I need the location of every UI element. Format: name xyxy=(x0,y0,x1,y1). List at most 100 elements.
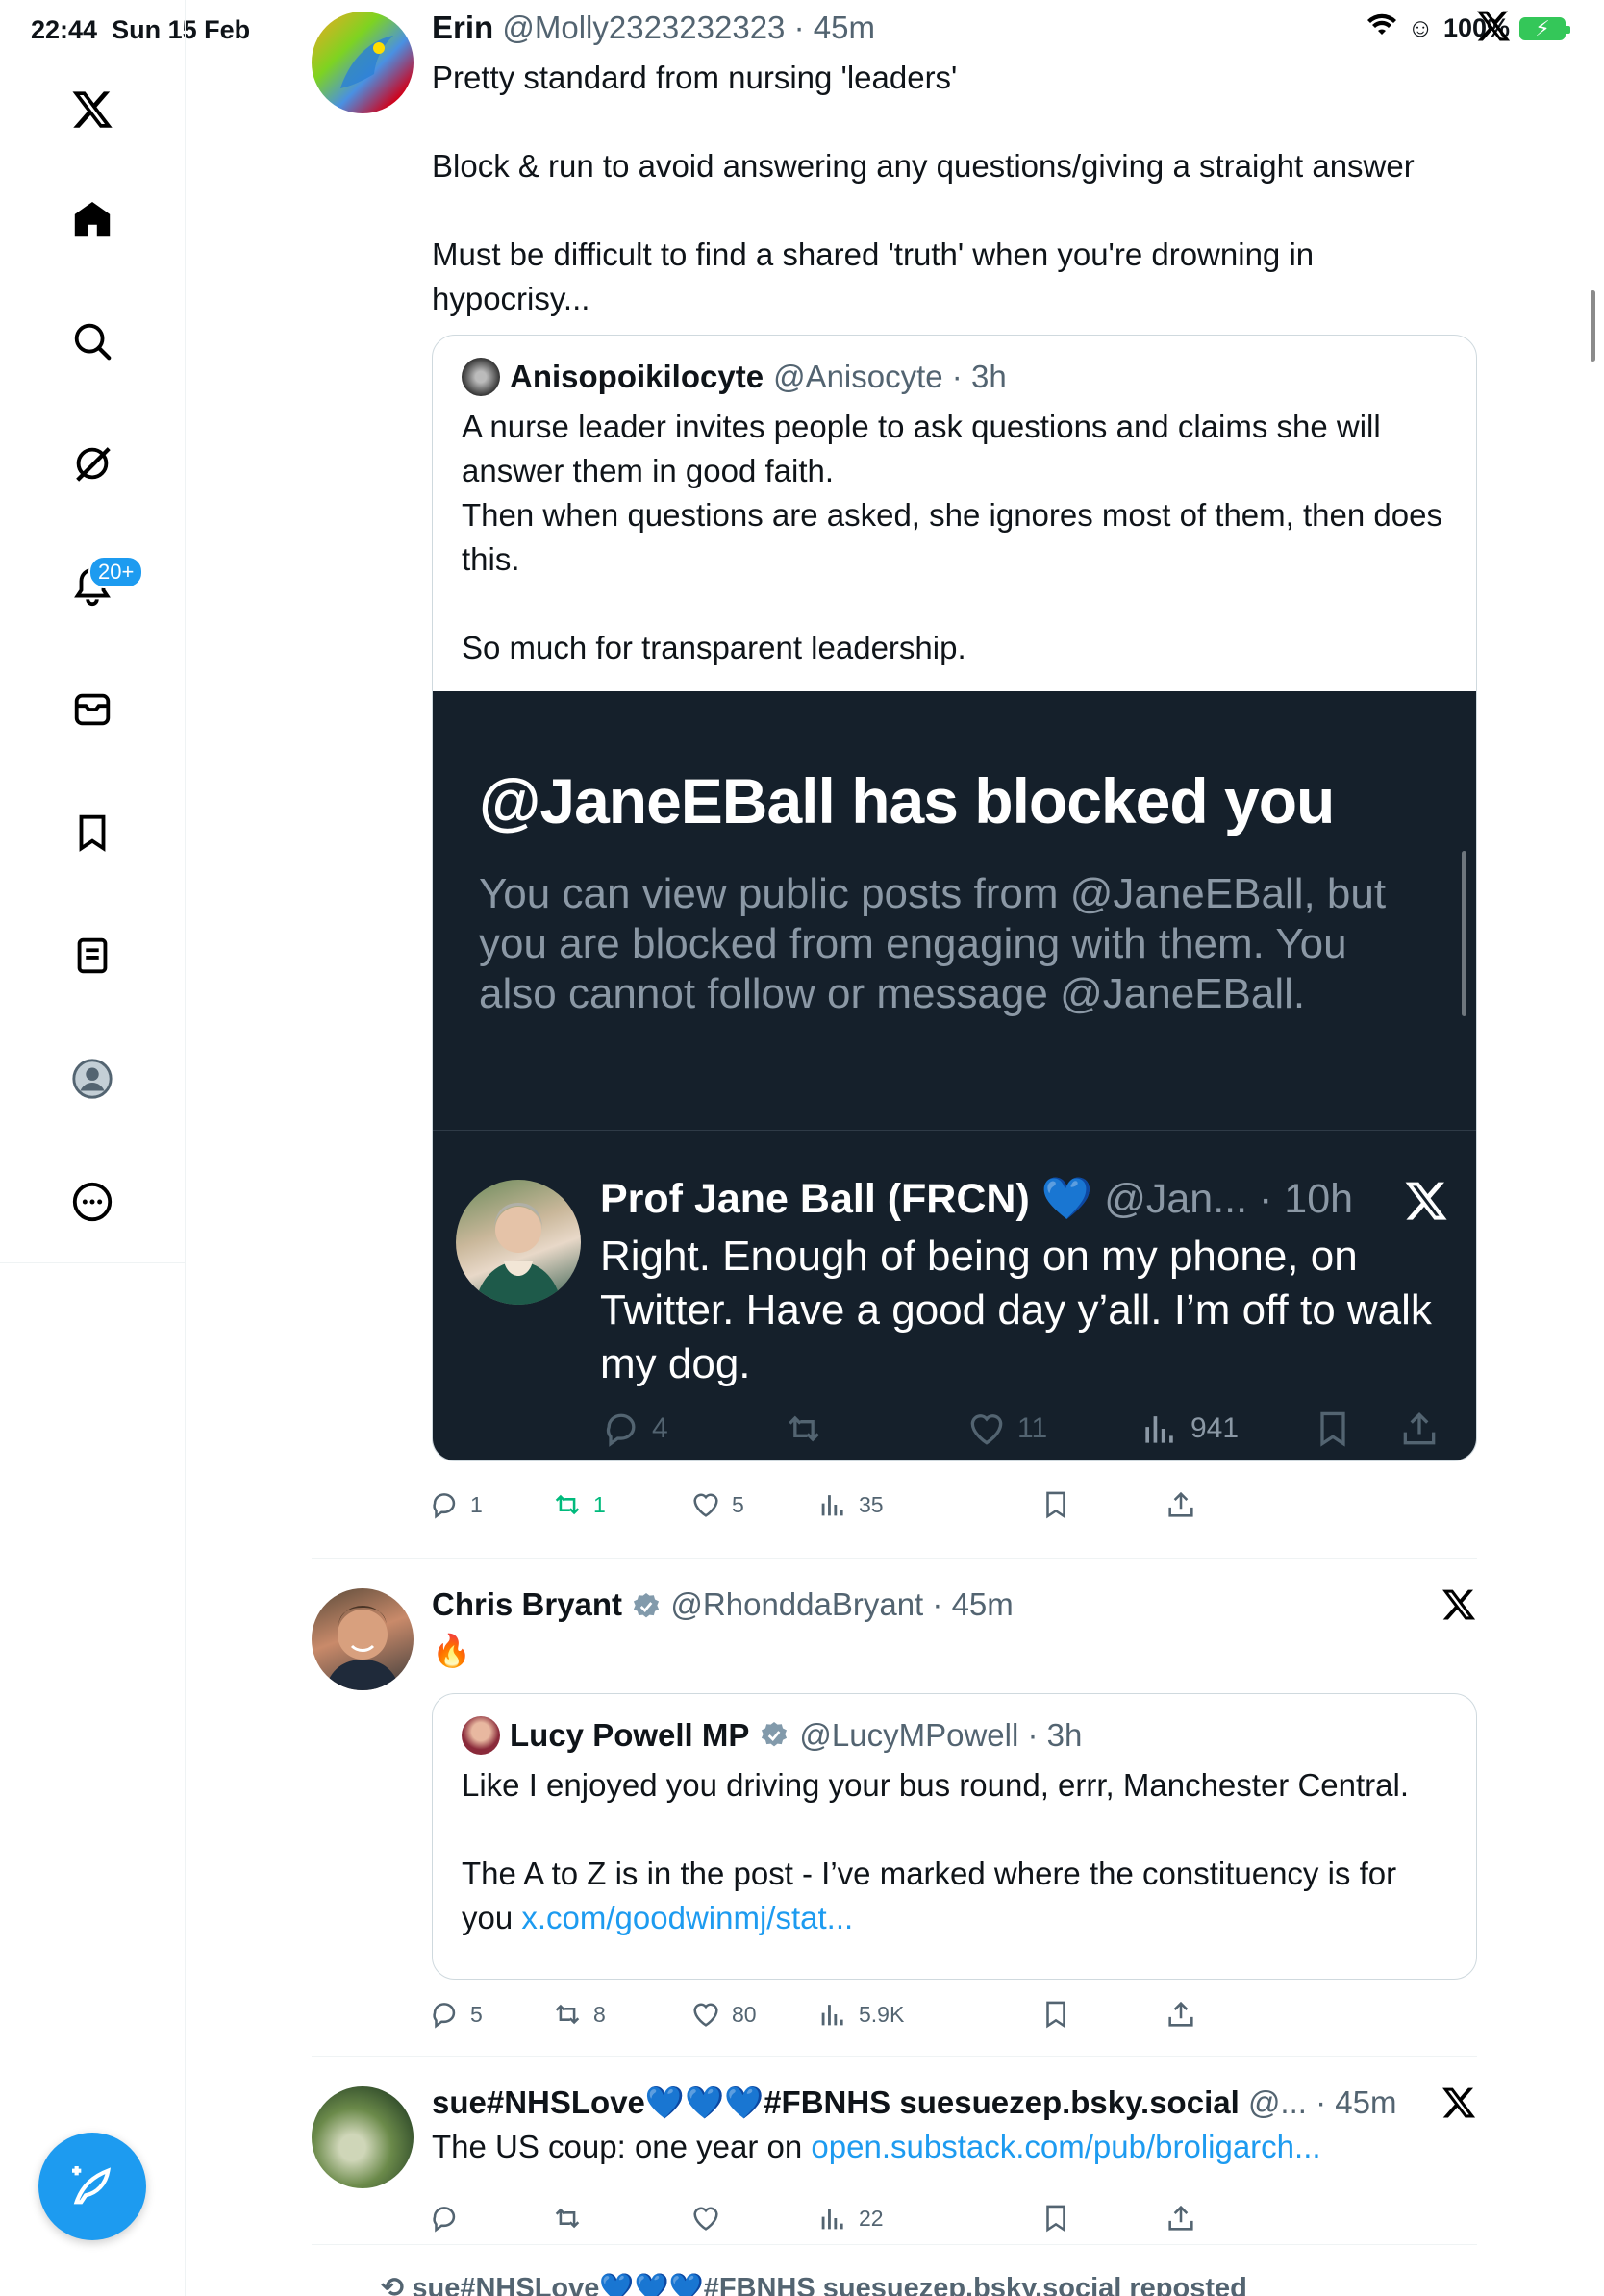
media-divider xyxy=(433,1130,1476,1131)
search-icon[interactable] xyxy=(63,312,121,370)
tweet-text: Pretty standard from nursing 'leaders' B… xyxy=(432,60,1415,316)
grok-icon[interactable] xyxy=(63,435,121,492)
reply-count: 5 xyxy=(470,2001,483,2027)
author-handle[interactable]: @RhonddaBryant xyxy=(670,1586,923,1622)
tweet-time[interactable]: 45m xyxy=(814,10,875,45)
media-scrollbar xyxy=(1462,851,1466,1016)
notifications-badge: 20+ xyxy=(88,556,144,588)
bookmark-button[interactable] xyxy=(1040,2202,1072,2234)
compose-post-button[interactable] xyxy=(38,2133,146,2240)
more-options-icon[interactable] xyxy=(63,1173,121,1231)
quoted-avatar xyxy=(462,358,500,396)
home-icon[interactable] xyxy=(63,190,121,248)
compose-feather-icon xyxy=(72,2166,112,2205)
blocked-title: @JaneEBall has blocked you xyxy=(479,765,1335,836)
embedded-tweet-time: 10h xyxy=(1284,1176,1354,1222)
quoted-tweet[interactable]: Anisopoikilocyte @Anisocyte · 3h A nurse… xyxy=(432,335,1477,1461)
reply-icon xyxy=(606,1413,636,1447)
repost-count: 1 xyxy=(593,1491,606,1517)
avatar[interactable] xyxy=(312,12,414,113)
feed-scrollbar[interactable] xyxy=(1591,290,1595,362)
repost-indicator-text: sue#NHSLove💙💙💙#FBNHS suesuezep.bsky.soci… xyxy=(412,2273,1247,2296)
views-button[interactable]: 22 xyxy=(816,2202,884,2234)
sidebar-divider xyxy=(0,1262,186,1263)
views-button[interactable]: 35 xyxy=(816,1488,884,1521)
repost-button[interactable]: 8 xyxy=(551,1998,606,2031)
tweet-actions: 5 8 80 5.9K xyxy=(432,1998,1355,2036)
quoted-link[interactable]: x.com/goodwinmj/stat... xyxy=(521,1900,853,1935)
like-count: 80 xyxy=(732,2001,757,2027)
share-icon xyxy=(1168,2205,1193,2231)
tweet-link[interactable]: open.substack.com/pub/broligarch... xyxy=(811,2129,1320,2164)
author-name[interactable]: sue#NHSLove💙💙💙#FBNHS suesuezep.bsky.soci… xyxy=(432,2084,1240,2120)
quoted-author-name: Lucy Powell MP xyxy=(510,1717,750,1753)
share-button[interactable] xyxy=(1165,2202,1197,2234)
like-button[interactable]: 5 xyxy=(689,1488,744,1521)
tweet-actions: 22 xyxy=(432,2202,1355,2240)
tweet-header: sue#NHSLove💙💙💙#FBNHS suesuezep.bsky.soci… xyxy=(432,2084,1397,2120)
quoted-author-name: Anisopoikilocyte xyxy=(510,359,764,394)
verified-badge-icon xyxy=(634,1593,660,1618)
embedded-tweet-actions: 4 11 941 xyxy=(600,1408,1446,1452)
repost-button[interactable] xyxy=(551,2202,584,2234)
tweet-divider xyxy=(312,2244,1477,2245)
tweet-x-logo-icon xyxy=(1442,1589,1476,1620)
bookmark-icon xyxy=(1046,2205,1065,2233)
embedded-repost xyxy=(783,1408,825,1450)
heart-icon xyxy=(970,1414,1003,1445)
tweet-time[interactable]: 45m xyxy=(952,1586,1014,1622)
reply-icon xyxy=(433,2207,456,2233)
quoted-tweet-time: 3h xyxy=(1046,1717,1083,1753)
like-button[interactable] xyxy=(689,2202,722,2234)
sidebar: 20+ xyxy=(0,0,186,2296)
lists-icon[interactable] xyxy=(63,927,121,985)
reply-button[interactable]: 5 xyxy=(428,1998,483,2031)
profile-avatar-icon[interactable] xyxy=(63,1050,121,1108)
quoted-avatar xyxy=(462,1716,500,1755)
author-handle[interactable]: @... xyxy=(1248,2084,1307,2120)
quoted-tweet-text: Like I enjoyed you driving your bus roun… xyxy=(462,1763,1447,1940)
views-button[interactable]: 5.9K xyxy=(816,1998,904,2031)
tweet-header: Chris Bryant @RhonddaBryant · 45m xyxy=(432,1586,1014,1622)
tweet-actions: 1 1 5 35 xyxy=(432,1488,1355,1527)
blocked-subtitle: You can view public posts from @JaneEBal… xyxy=(479,870,1387,1017)
embedded-like: 11 xyxy=(965,1408,1047,1450)
share-icon xyxy=(1168,1491,1193,1517)
repost-indicator[interactable]: ⟲ sue#NHSLove💙💙💙#FBNHS suesuezep.bsky.so… xyxy=(381,2271,1247,2296)
bookmark-button[interactable] xyxy=(1040,1998,1072,2031)
reply-button[interactable]: 1 xyxy=(428,1488,483,1521)
like-count: 5 xyxy=(732,1491,744,1517)
views-icon xyxy=(821,2209,843,2230)
view-count: 35 xyxy=(859,1491,884,1517)
repost-count: 8 xyxy=(593,2001,606,2027)
quoted-tweet-header: Lucy Powell MP @LucyMPowell · 3h xyxy=(462,1715,1447,1756)
x-logo-icon[interactable] xyxy=(63,81,121,138)
tweet-time[interactable]: 45m xyxy=(1335,2084,1396,2120)
share-button[interactable] xyxy=(1165,1998,1197,2031)
views-icon xyxy=(1145,1416,1173,1443)
like-button[interactable]: 80 xyxy=(689,1998,757,2031)
view-count: 5.9K xyxy=(859,2001,905,2027)
author-name[interactable]: Erin xyxy=(432,10,493,45)
quoted-author-handle: @LucyMPowell xyxy=(799,1717,1019,1753)
author-handle[interactable]: @Molly2323232323 xyxy=(502,10,785,45)
embedded-avatar xyxy=(456,1180,581,1305)
reply-button[interactable] xyxy=(428,2202,461,2234)
author-name[interactable]: Chris Bryant xyxy=(432,1586,622,1622)
avatar[interactable] xyxy=(312,2086,414,2188)
quoted-author-handle: @Anisocyte xyxy=(773,359,943,394)
embedded-views: 941 xyxy=(1139,1408,1239,1450)
quoted-tweet[interactable]: Lucy Powell MP @LucyMPowell · 3h Like I … xyxy=(432,1693,1477,1980)
repost-button[interactable]: 1 xyxy=(551,1488,606,1521)
views-icon xyxy=(821,2005,843,2026)
embedded-view-count: 941 xyxy=(1190,1412,1240,1444)
tweet-header: Erin @Molly2323232323 · 45m xyxy=(432,10,875,45)
bookmark-button[interactable] xyxy=(1040,1488,1072,1521)
share-icon xyxy=(1403,1411,1436,1445)
share-button[interactable] xyxy=(1165,1488,1197,1521)
tweet-text-body: The US coup: one year on xyxy=(432,2129,812,2164)
avatar[interactable] xyxy=(312,1588,414,1690)
messages-icon[interactable] xyxy=(63,681,121,738)
bookmarks-icon[interactable] xyxy=(63,804,121,861)
quoted-media-screenshot[interactable]: @JaneEBall has blocked you You can view … xyxy=(433,691,1476,1460)
